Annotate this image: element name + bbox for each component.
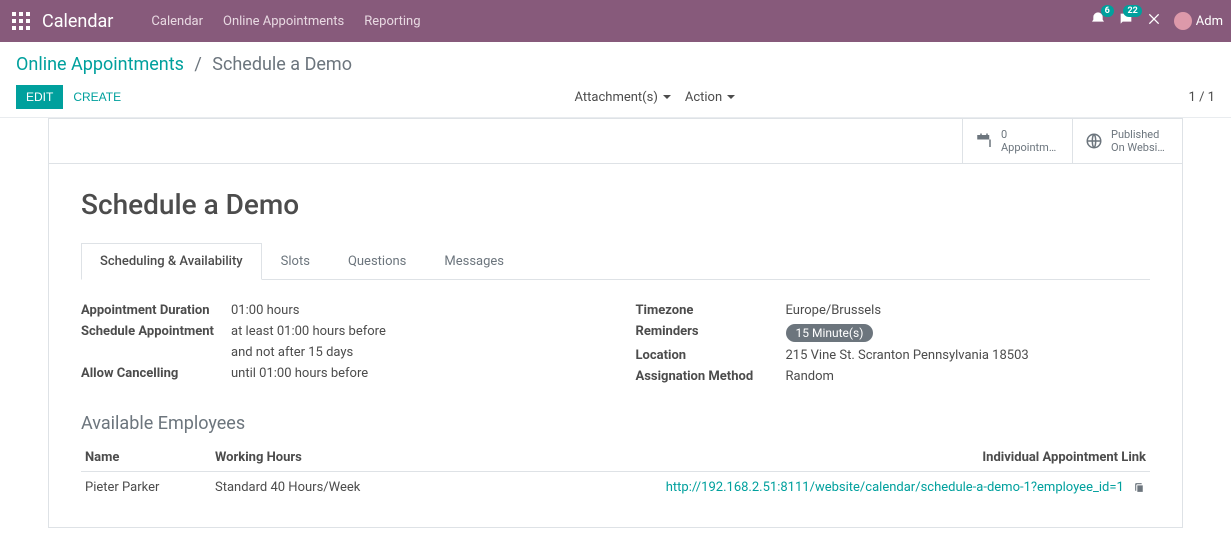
edit-button[interactable]: Edit: [16, 85, 63, 109]
tab-scheduling[interactable]: Scheduling & Availability: [81, 243, 262, 280]
attachments-dropdown[interactable]: Attachment(s): [575, 90, 671, 105]
brand-title[interactable]: Calendar: [42, 11, 113, 32]
debug-icon[interactable]: [1146, 11, 1162, 31]
breadcrumb-current: Schedule a Demo: [212, 54, 352, 75]
stat-published-label2: On Websi…: [1111, 141, 1165, 154]
duration-label: Appointment Duration: [81, 303, 231, 318]
pager[interactable]: 1 / 1: [1189, 90, 1215, 105]
col-link[interactable]: Individual Appointment Link: [435, 444, 1150, 472]
stat-published-label1: Published: [1111, 128, 1165, 141]
apps-icon[interactable]: [12, 12, 30, 30]
tabs: Scheduling & Availability Slots Question…: [81, 243, 1150, 280]
breadcrumb-parent[interactable]: Online Appointments: [16, 54, 184, 75]
schedule-label: Schedule Appointment: [81, 324, 231, 339]
action-dropdown[interactable]: Action: [685, 90, 735, 105]
employees-table: Name Working Hours Individual Appointmen…: [81, 444, 1150, 503]
messages-icon[interactable]: 22: [1118, 11, 1134, 31]
user-menu[interactable]: Adm: [1174, 12, 1223, 30]
top-navbar: Calendar Calendar Online Appointments Re…: [0, 0, 1231, 42]
stat-appointments-label: Appointme…: [1001, 141, 1060, 154]
avatar-icon: [1174, 12, 1192, 30]
activity-badge: 6: [1101, 5, 1114, 17]
appointment-link[interactable]: http://192.168.2.51:8111/website/calenda…: [666, 480, 1124, 495]
schedule-value-2: and not after 15 days: [231, 345, 353, 360]
caret-down-icon: [663, 95, 671, 99]
tab-messages[interactable]: Messages: [425, 243, 523, 280]
messages-badge: 22: [1123, 5, 1141, 17]
cancel-value: until 01:00 hours before: [231, 366, 368, 381]
table-row[interactable]: Pieter Parker Standard 40 Hours/Week htt…: [81, 472, 1150, 504]
col-name[interactable]: Name: [81, 444, 211, 472]
employees-section-title: Available Employees: [81, 413, 1150, 434]
control-panel: Online Appointments / Schedule a Demo Ed…: [0, 42, 1231, 118]
reminders-badge: 15 Minute(s): [786, 324, 874, 342]
stat-appointments-button[interactable]: 0 Appointme…: [962, 119, 1072, 163]
timezone-value: Europe/Brussels: [786, 303, 882, 318]
breadcrumb: Online Appointments / Schedule a Demo: [16, 54, 1215, 75]
duration-value: 01:00 hours: [231, 303, 299, 318]
nav-link-reporting[interactable]: Reporting: [354, 14, 430, 29]
create-button[interactable]: Create: [73, 90, 121, 104]
nav-link-calendar[interactable]: Calendar: [141, 14, 213, 29]
schedule-value-1: at least 01:00 hours before: [231, 324, 386, 339]
stat-appointments-count: 0: [1001, 128, 1060, 141]
caret-down-icon: [727, 95, 735, 99]
user-name: Adm: [1196, 14, 1223, 29]
assignation-value: Random: [786, 369, 834, 384]
col-hours[interactable]: Working Hours: [211, 444, 435, 472]
assignation-label: Assignation Method: [636, 369, 786, 384]
activity-icon[interactable]: 6: [1090, 11, 1106, 31]
page-title: Schedule a Demo: [81, 188, 1150, 221]
location-value: 215 Vine St. Scranton Pennsylvania 18503: [786, 348, 1029, 363]
reminders-label: Reminders: [636, 324, 786, 339]
stat-published-button[interactable]: Published On Websi…: [1072, 119, 1182, 163]
globe-icon: [1085, 132, 1103, 150]
calendar-icon: [975, 132, 993, 150]
breadcrumb-sep: /: [194, 54, 201, 75]
location-label: Location: [636, 348, 786, 363]
copy-icon[interactable]: [1133, 480, 1146, 495]
form-sheet: 0 Appointme… Published On Websi… Schedul…: [48, 118, 1183, 528]
cell-hours: Standard 40 Hours/Week: [211, 472, 435, 504]
cancel-label: Allow Cancelling: [81, 366, 231, 381]
nav-link-online-appointments[interactable]: Online Appointments: [213, 14, 354, 29]
tab-questions[interactable]: Questions: [329, 243, 425, 280]
tab-slots[interactable]: Slots: [262, 243, 329, 280]
timezone-label: Timezone: [636, 303, 786, 318]
cell-name: Pieter Parker: [81, 472, 211, 504]
